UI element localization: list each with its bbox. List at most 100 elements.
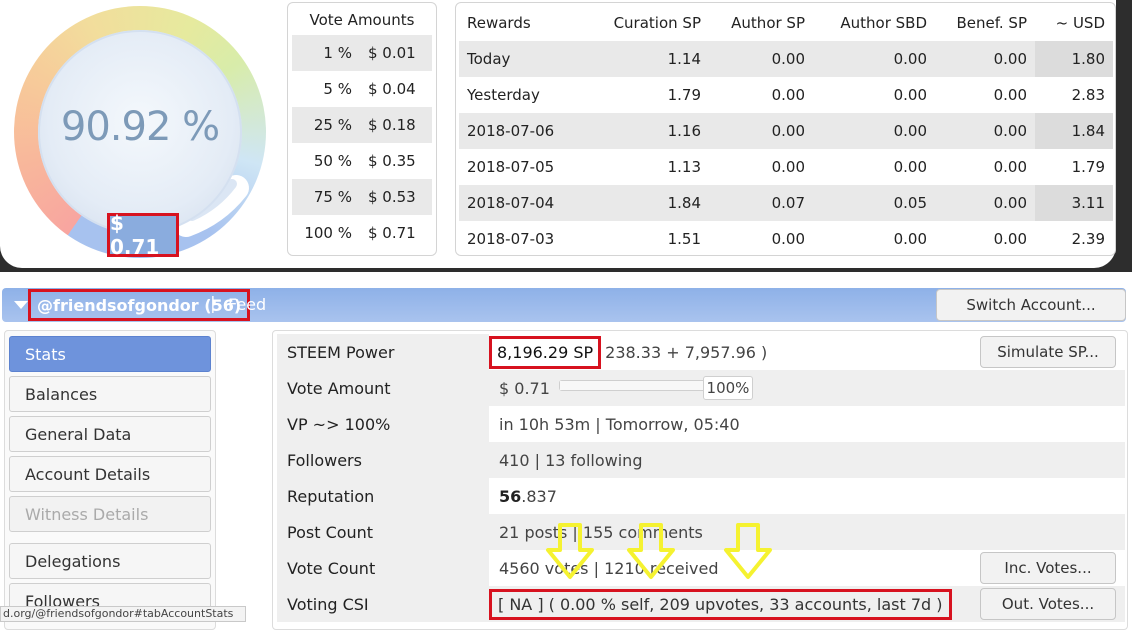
table-row: 100 % $ 0.71 xyxy=(292,215,432,251)
table-row: 50 % $ 0.35 xyxy=(292,143,432,179)
table-row: 2018-07-03 1.51 0.00 0.00 0.00 2.39 xyxy=(459,221,1113,257)
rewards-table: Rewards Curation SP Author SP Author SBD… xyxy=(459,5,1113,257)
reputation-label: Reputation xyxy=(277,478,489,514)
author-sbd: 0.00 xyxy=(893,158,927,176)
vote-pct: 50 % xyxy=(313,152,352,170)
tab-general-data[interactable]: General Data xyxy=(9,416,211,452)
vp-label: VP ~> 100% xyxy=(277,406,489,442)
csi-label: Voting CSI xyxy=(277,586,489,622)
usd-value: 3.11 xyxy=(1035,185,1113,221)
vote-pct: 25 % xyxy=(292,107,360,143)
rewards-card: Rewards Curation SP Author SP Author SBD… xyxy=(455,2,1116,256)
vote-amounts-header: Vote Amounts xyxy=(309,11,415,29)
vote-amount-label: Vote Amount xyxy=(277,370,489,406)
reputation-dec: .837 xyxy=(521,486,557,506)
followers-value: 410 | 13 following xyxy=(489,442,1125,478)
curation-sp: 1.13 xyxy=(667,158,701,176)
reputation-int: 56 xyxy=(499,486,522,506)
table-row: 2018-07-04 1.84 0.07 0.05 0.00 3.11 xyxy=(459,185,1113,221)
vote-value: $ 0.04 xyxy=(368,80,416,98)
author-sbd: 0.00 xyxy=(813,113,935,149)
inc-votes-button[interactable]: Inc. Votes... xyxy=(980,552,1116,584)
table-row: 5 % $ 0.04 xyxy=(292,71,432,107)
vote-weight-input[interactable]: 100% xyxy=(703,376,753,400)
author-sp: 0.00 xyxy=(709,113,813,149)
benef-sp: 0.00 xyxy=(935,185,1035,221)
row-vp: VP ~> 100% in 10h 53m | Tomorrow, 05:40 xyxy=(277,406,1125,442)
curation-sp: 1.84 xyxy=(591,185,709,221)
usd-value: 1.84 xyxy=(1035,113,1113,149)
table-row: 2018-07-05 1.13 0.00 0.00 0.00 1.79 xyxy=(459,149,1113,185)
vote-value: $ 0.53 xyxy=(360,179,432,215)
steem-power-value: 8,196.29 SP xyxy=(489,335,602,369)
feed-link[interactable]: Feed xyxy=(228,295,266,314)
usd-value: 1.79 xyxy=(1071,158,1105,176)
followers-label: Followers xyxy=(277,442,489,478)
row-post-count: Post Count 21 posts | 155 comments xyxy=(277,514,1125,550)
vote-value-highlight: $ 0.71 xyxy=(107,211,179,259)
reward-date: Today xyxy=(459,41,591,77)
vote-value: $ 0.18 xyxy=(360,107,432,143)
author-sbd: 0.00 xyxy=(813,41,935,77)
author-sbd-header: Author SBD xyxy=(840,14,927,32)
author-sp: 0.00 xyxy=(771,158,805,176)
account-name[interactable]: @friendsofgondor (56) xyxy=(28,289,251,321)
reward-date: Yesterday xyxy=(467,86,540,104)
row-followers: Followers 410 | 13 following xyxy=(277,442,1125,478)
reward-date: 2018-07-05 xyxy=(467,158,555,176)
tab-witness-details[interactable]: Witness Details xyxy=(9,496,211,532)
curation-sp-header: Curation SP xyxy=(613,14,701,32)
annotation-arrow-icon xyxy=(724,523,772,579)
author-sbd: 0.05 xyxy=(813,185,935,221)
csi-value: [ NA ] ( 0.00 % self, 209 upvotes, 33 ac… xyxy=(489,588,952,620)
author-sbd: 0.00 xyxy=(893,230,927,248)
out-votes-button[interactable]: Out. Votes... xyxy=(980,588,1116,620)
author-sbd: 0.00 xyxy=(893,86,927,104)
vote-value: $ 0.01 xyxy=(360,35,432,71)
curation-sp: 1.51 xyxy=(667,230,701,248)
benef-sp: 0.00 xyxy=(993,86,1027,104)
tab-delegations[interactable]: Delegations xyxy=(9,543,211,579)
tab-balances[interactable]: Balances xyxy=(9,376,211,412)
row-reputation: Reputation 56.837 xyxy=(277,478,1125,514)
switch-account-button[interactable]: Switch Account... xyxy=(936,289,1126,321)
benef-sp: 0.00 xyxy=(993,158,1027,176)
vp-value: in 10h 53m | Tomorrow, 05:40 xyxy=(489,406,1125,442)
benef-sp-header: Benef. SP xyxy=(956,14,1027,32)
vote-value: $ 0.35 xyxy=(368,152,416,170)
usd-value: 2.83 xyxy=(1071,86,1105,104)
tab-stats[interactable]: Stats xyxy=(9,336,211,372)
vote-pct: 1 % xyxy=(292,35,360,71)
author-sp: 0.07 xyxy=(709,185,813,221)
author-sp: 0.00 xyxy=(771,86,805,104)
author-sp-header: Author SP xyxy=(731,14,805,32)
author-sp: 0.00 xyxy=(771,230,805,248)
rewards-header: Rewards xyxy=(467,14,531,32)
reward-date: 2018-07-03 xyxy=(467,230,555,248)
voting-power-gauge: 90.92 % $ 0.71 xyxy=(0,0,280,268)
reward-date: 2018-07-06 xyxy=(459,113,591,149)
vote-amounts-card: Vote Amounts 1 % $ 0.01 5 % $ 0.04 25 % $ 0… xyxy=(287,2,437,256)
reward-date: 2018-07-04 xyxy=(459,185,591,221)
reputation-cell: 56.837 xyxy=(489,478,1125,514)
usd-header: ~ USD xyxy=(1055,14,1105,32)
table-row: Today 1.14 0.00 0.00 0.00 1.80 xyxy=(459,41,1113,77)
steem-power-detail: 238.33 + 7,957.96 ) xyxy=(605,342,768,362)
tab-account-details[interactable]: Account Details xyxy=(9,456,211,492)
usd-value: 1.80 xyxy=(1035,41,1113,77)
voting-power-percent: 90.92 % xyxy=(60,104,220,150)
collapse-toggle-icon[interactable] xyxy=(14,301,28,309)
vote-amounts-table: Vote Amounts 1 % $ 0.01 5 % $ 0.04 25 % $ 0… xyxy=(292,5,432,251)
table-row: 25 % $ 0.18 xyxy=(292,107,432,143)
vote-value: $ 0.71 xyxy=(368,224,416,242)
simulate-sp-button[interactable]: Simulate SP... xyxy=(980,336,1116,368)
table-row: 75 % $ 0.53 xyxy=(292,179,432,215)
vote-count-label: Vote Count xyxy=(277,550,489,586)
vote-weight-slider[interactable] xyxy=(559,380,709,391)
curation-sp: 1.79 xyxy=(667,86,701,104)
curation-sp: 1.16 xyxy=(591,113,709,149)
benef-sp: 0.00 xyxy=(993,230,1027,248)
vote-weight-fill xyxy=(560,381,708,390)
vote-pct: 5 % xyxy=(323,80,352,98)
curation-sp: 1.14 xyxy=(591,41,709,77)
